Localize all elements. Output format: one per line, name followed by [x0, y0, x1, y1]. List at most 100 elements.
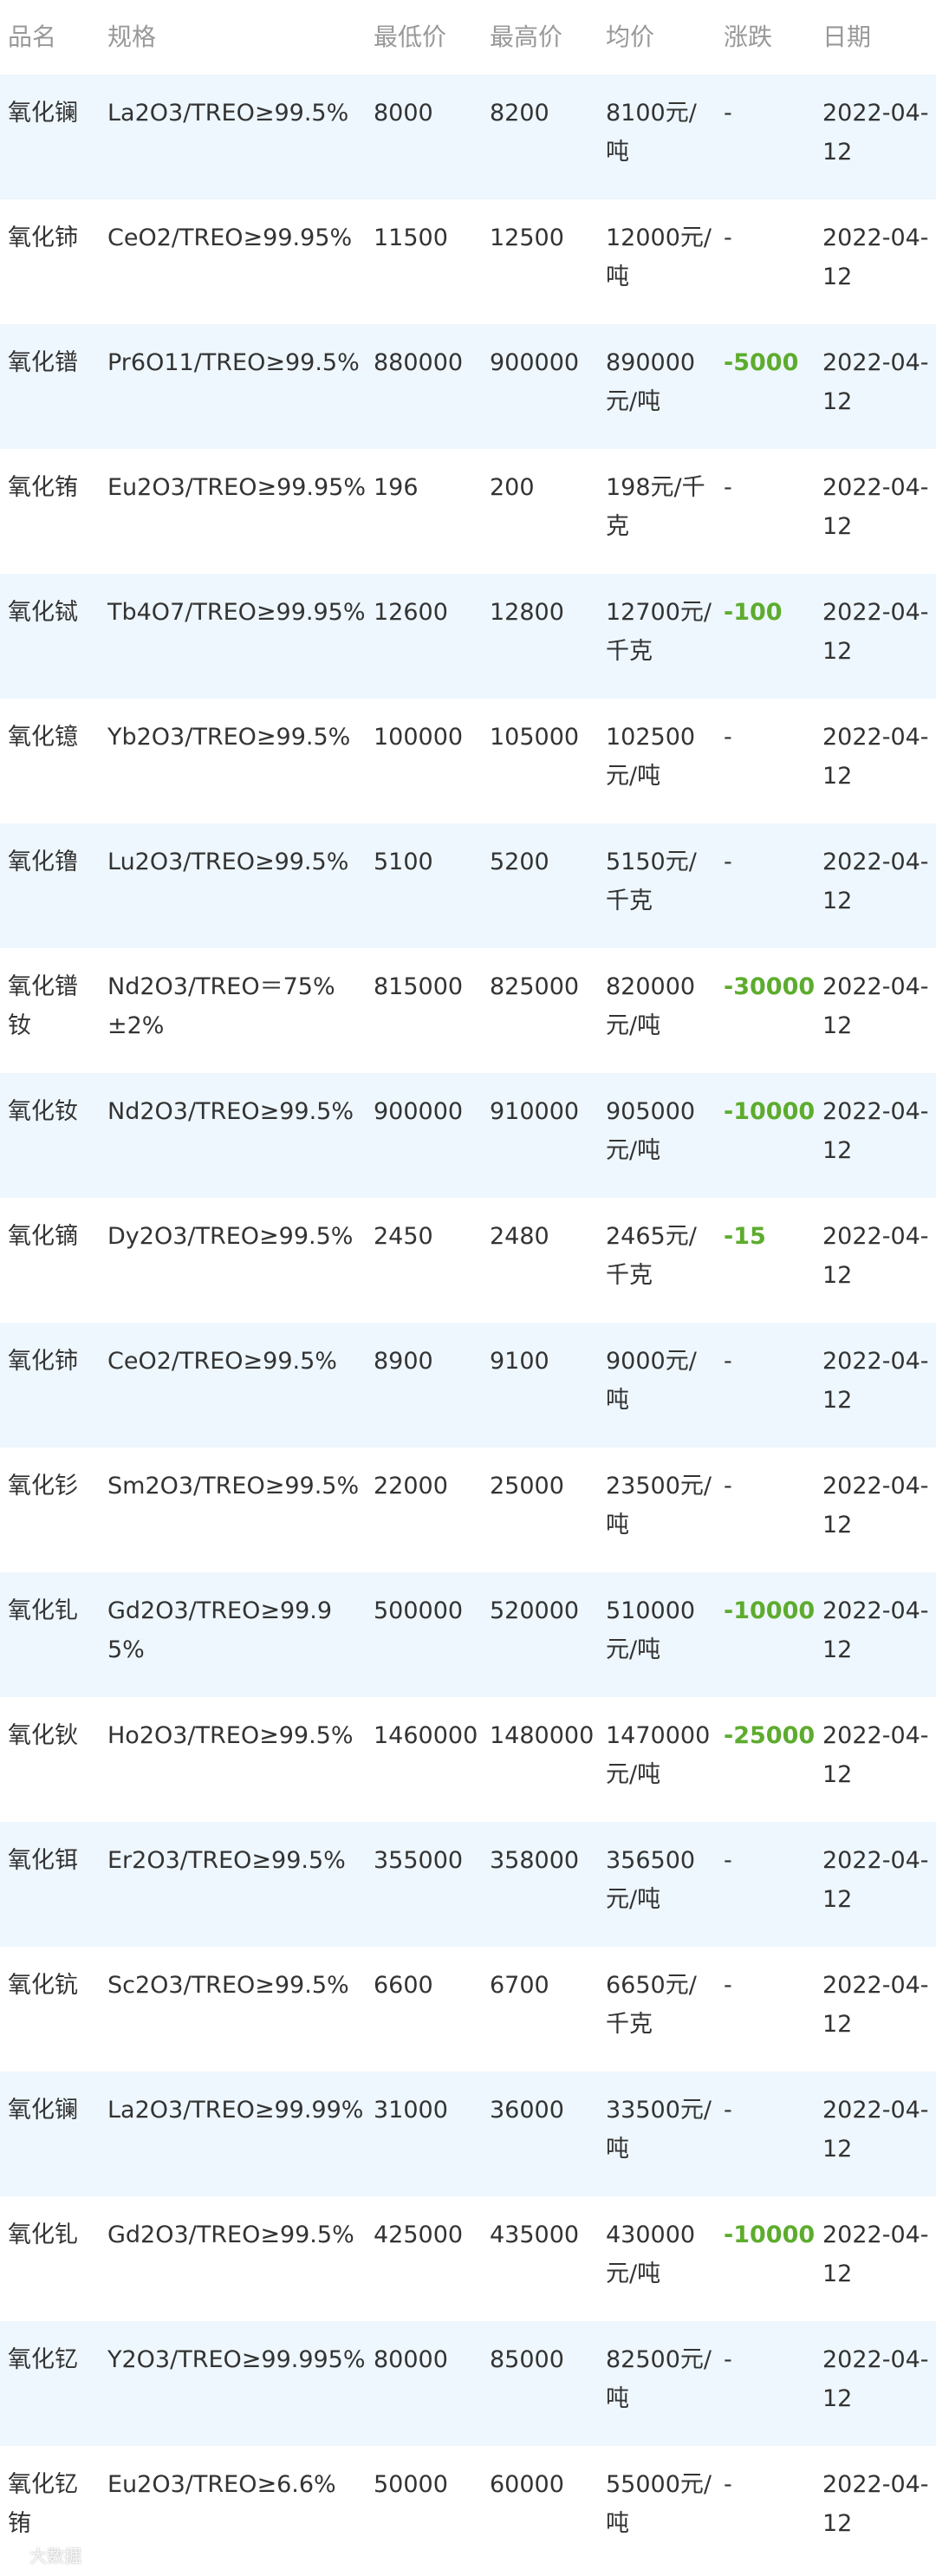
cell-avg-price: 23500元/吨	[606, 1473, 712, 1538]
table-row: 氧化铈 CeO2/TREO≥99.95% 11500 12500 12000元/吨 - 20…	[0, 199, 936, 324]
table-row: 氧化钪 Sc2O3/TREO≥99.5% 6600 6700 6650元/千克 - 2022…	[0, 1947, 936, 2072]
cell-price-change: -	[724, 100, 732, 127]
cell-avg-price: 102500元/吨	[606, 724, 696, 790]
table-row: 氧化镧 La2O3/TREO≥99.5% 8000 8200 8100元/吨 - 2022-…	[0, 75, 936, 199]
cell-spec: Sc2O3/TREO≥99.5%	[107, 1972, 349, 1999]
cell-price-change: -15	[724, 1223, 766, 1250]
cell-date: 2022-04-12	[822, 100, 929, 166]
cell-price-change: -25000	[724, 1722, 816, 1749]
cell-high-price: 6700	[490, 1972, 549, 1999]
cell-spec: Tb4O7/TREO≥99.95%	[107, 599, 366, 626]
cell-avg-price: 890000元/吨	[606, 349, 696, 415]
cell-spec: La2O3/TREO≥99.5%	[107, 100, 349, 127]
cell-high-price: 60000	[490, 2471, 564, 2498]
cell-product-name: 氧化铈	[8, 224, 78, 251]
cell-low-price: 6600	[374, 1972, 433, 1999]
cell-spec: CeO2/TREO≥99.5%	[107, 1348, 337, 1375]
cell-product-name: 氧化镨钕	[8, 973, 78, 1039]
cell-product-name: 氧化镝	[8, 1223, 78, 1250]
cell-avg-price: 6650元/千克	[606, 1972, 697, 2038]
cell-date: 2022-04-12	[822, 2346, 929, 2412]
cell-product-name: 氧化镱	[8, 724, 78, 751]
cell-low-price: 425000	[374, 2221, 464, 2248]
cell-avg-price: 510000元/吨	[606, 1597, 696, 1663]
cell-low-price: 196	[374, 474, 419, 501]
cell-price-change: -10000	[724, 1597, 816, 1624]
price-table: 品名 规格 最低价 最高价 均价 涨跌 日期 氧化镧 La2O3/TREO≥99.…	[0, 0, 936, 2571]
cell-date: 2022-04-12	[822, 224, 929, 290]
cell-price-change: -	[724, 849, 732, 875]
cell-spec: CeO2/TREO≥99.95%	[107, 224, 353, 251]
cell-price-change: -	[724, 1473, 732, 1499]
cell-avg-price: 905000元/吨	[606, 1098, 696, 1164]
cell-high-price: 200	[490, 474, 535, 501]
cell-avg-price: 8100元/吨	[606, 100, 697, 166]
table-row: 氧化钆 Gd2O3/TREO≥99.5% 425000 435000 430000元/吨…	[0, 2196, 936, 2321]
cell-high-price: 1480000	[490, 1722, 595, 1749]
cell-high-price: 12800	[490, 599, 564, 626]
cell-spec: Er2O3/TREO≥99.5%	[107, 1847, 346, 1874]
cell-product-name: 氧化钆	[8, 2221, 78, 2248]
cell-date: 2022-04-12	[822, 2097, 929, 2163]
cell-spec: Dy2O3/TREO≥99.5%	[107, 1223, 354, 1250]
cell-high-price: 105000	[490, 724, 580, 751]
cell-high-price: 2480	[490, 1223, 549, 1250]
cell-date: 2022-04-12	[822, 2221, 929, 2287]
cell-avg-price: 12000元/吨	[606, 224, 712, 290]
cell-avg-price: 5150元/千克	[606, 849, 697, 914]
table-row: 氧化镱 Yb2O3/TREO≥99.5% 100000 105000 102500元/吨…	[0, 699, 936, 823]
cell-high-price: 36000	[490, 2097, 564, 2124]
cell-date: 2022-04-12	[822, 1473, 929, 1538]
cell-date: 2022-04-12	[822, 849, 929, 914]
cell-product-name: 氧化铕	[8, 474, 78, 501]
cell-high-price: 8200	[490, 100, 549, 127]
cell-spec: Nd2O3/TREO＝75%±2%	[107, 973, 335, 1039]
cell-avg-price: 356500元/吨	[606, 1847, 696, 1913]
cell-date: 2022-04-12	[822, 1847, 929, 1913]
header-low-price: 最低价	[374, 23, 447, 51]
watermark-logo-icon	[7, 2546, 26, 2565]
cell-high-price: 12500	[490, 224, 564, 251]
cell-low-price: 50000	[374, 2471, 448, 2498]
cell-avg-price: 198元/千克	[606, 474, 705, 540]
cell-date: 2022-04-12	[822, 1972, 929, 2038]
cell-high-price: 5200	[490, 849, 549, 875]
header-high-price: 最高价	[490, 23, 563, 51]
cell-product-name: 氧化镧	[8, 2097, 78, 2124]
cell-price-change: -	[724, 474, 732, 501]
cell-avg-price: 12700元/千克	[606, 599, 712, 665]
table-row: 氧化铕 Eu2O3/TREO≥99.95% 196 200 198元/千克 - 2022-0…	[0, 449, 936, 574]
header-date: 日期	[822, 23, 872, 51]
cell-price-change: -	[724, 2471, 732, 2498]
watermark-text: 大数据	[29, 2546, 81, 2566]
cell-date: 2022-04-12	[822, 1098, 929, 1164]
cell-avg-price: 430000元/吨	[606, 2221, 696, 2287]
cell-low-price: 500000	[374, 1597, 464, 1624]
header-spec: 规格	[107, 23, 157, 51]
table-row: 氧化钆 Gd2O3/TREO≥99.95% 500000 520000 510000元/…	[0, 1572, 936, 1697]
cell-high-price: 9100	[490, 1348, 549, 1375]
cell-low-price: 8000	[374, 100, 433, 127]
cell-date: 2022-04-12	[822, 1597, 929, 1663]
cell-high-price: 825000	[490, 973, 580, 1000]
cell-avg-price: 820000元/吨	[606, 973, 696, 1039]
cell-spec: Eu2O3/TREO≥99.95%	[107, 474, 367, 501]
table-row: 氧化铈 CeO2/TREO≥99.5% 8900 9100 9000元/吨 - 2022-0…	[0, 1323, 936, 1447]
table-row: 氧化钇铕 Eu2O3/TREO≥6.6% 50000 60000 55000元/吨 -20…	[0, 2446, 936, 2571]
cell-date: 2022-04-12	[822, 599, 929, 665]
table-row: 氧化镨钕 Nd2O3/TREO＝75%±2% 815000 825000 820000元…	[0, 948, 936, 1073]
cell-high-price: 520000	[490, 1597, 580, 1624]
cell-product-name: 氧化钐	[8, 1473, 78, 1499]
cell-spec: Y2O3/TREO≥99.995%	[107, 2346, 366, 2373]
cell-spec: Ho2O3/TREO≥99.5%	[107, 1722, 354, 1749]
cell-date: 2022-04-12	[822, 2471, 929, 2537]
cell-low-price: 2450	[374, 1223, 433, 1250]
cell-low-price: 5100	[374, 849, 433, 875]
cell-product-name: 氧化铽	[8, 599, 78, 626]
cell-spec: Sm2O3/TREO≥99.5%	[107, 1473, 360, 1499]
cell-product-name: 氧化钬	[8, 1722, 78, 1749]
cell-date: 2022-04-12	[822, 1223, 929, 1289]
cell-product-name: 氧化镧	[8, 100, 78, 127]
header-change: 涨跌	[724, 23, 773, 51]
cell-spec: Lu2O3/TREO≥99.5%	[107, 849, 349, 875]
